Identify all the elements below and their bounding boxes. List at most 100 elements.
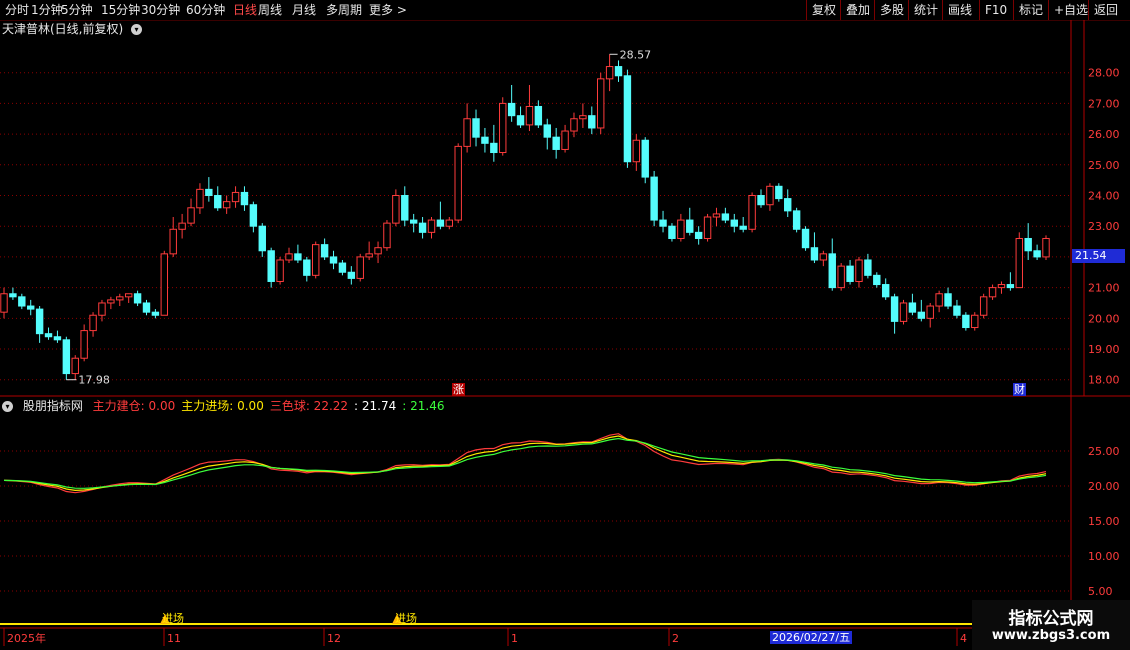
candle-body [730, 219, 738, 227]
candle-body [249, 204, 258, 227]
candle-body [383, 222, 391, 249]
candle-body [579, 115, 587, 120]
indicator-tick: 10.00 [1088, 550, 1120, 563]
candle-body [338, 262, 347, 273]
candle-body [187, 207, 195, 224]
candle-body [294, 253, 302, 261]
candle-body [899, 302, 908, 322]
low-label: 17.98 [78, 374, 110, 387]
indicator-value: 主力进场: 0.00 [181, 399, 264, 413]
candle-body [276, 259, 284, 282]
candle-body [196, 188, 204, 209]
candle-body [881, 284, 890, 298]
candle-body [312, 244, 320, 276]
candle-body [142, 302, 151, 313]
chevron-down-icon[interactable]: ▾ [2, 401, 13, 412]
candle-body [285, 253, 293, 261]
candle-body [650, 176, 658, 221]
marker-zhang[interactable]: 涨 [452, 383, 465, 396]
candle-body [35, 308, 44, 335]
candle-body [908, 302, 917, 313]
candle-body [374, 247, 382, 255]
candle-body [53, 336, 62, 341]
indicator-tick: 5.00 [1088, 585, 1113, 598]
candle-body [71, 357, 79, 375]
candle-body [614, 66, 623, 77]
candle-body [677, 219, 685, 239]
candle-body [401, 195, 409, 221]
candle-body [222, 201, 231, 209]
price-tick: 23.00 [1088, 220, 1120, 233]
candle-body [9, 293, 17, 298]
candle-body [632, 139, 641, 163]
candle-body [801, 228, 810, 249]
candle-body [944, 293, 952, 307]
indicator-tick: 15.00 [1088, 515, 1120, 528]
price-tick: 25.00 [1088, 159, 1120, 172]
candle-body [534, 105, 543, 126]
candle-body [775, 185, 783, 200]
candle-body [258, 225, 266, 252]
candle-body [837, 265, 845, 289]
candle-body [44, 333, 53, 338]
indicator-name: 股朋指标网 [22, 399, 83, 413]
candle-body [27, 305, 35, 310]
candle-body [98, 302, 106, 316]
candle-body [409, 219, 418, 224]
high-label: 28.57 [620, 48, 652, 61]
watermark-url: www.zbgs3.com [991, 628, 1111, 643]
candle-body [979, 296, 988, 316]
candle-body [516, 115, 525, 126]
candle-body [570, 118, 578, 132]
marker-cai[interactable]: 财 [1013, 383, 1026, 396]
price-tick: 18.00 [1088, 374, 1120, 387]
candle-body [151, 311, 160, 316]
cursor-date: 2026/02/27/五 [770, 631, 853, 644]
candle-body [694, 231, 703, 239]
candle-body [133, 293, 142, 304]
candle-body [418, 222, 427, 233]
indicator-line [3, 437, 1047, 489]
indicator-value: 主力建仓: 0.00 [92, 399, 176, 413]
candle-body [463, 118, 471, 147]
candle-body [846, 265, 854, 282]
candle-body [873, 274, 881, 286]
candle-body [365, 253, 373, 258]
indicator-value: : 21.46 [402, 399, 445, 413]
candle-body [605, 66, 614, 80]
candle-body [525, 105, 534, 126]
candle-body [828, 253, 836, 289]
candle-body [623, 75, 632, 163]
price-tick: 28.00 [1088, 67, 1120, 80]
price-tick: 21.00 [1088, 282, 1120, 295]
candle-body [329, 256, 338, 264]
candle-body [214, 195, 222, 209]
candle-body [819, 253, 828, 261]
candle-body [1006, 284, 1015, 289]
kline-chart[interactable]: 28.0027.0026.0025.0024.0023.0022.0021.00… [0, 0, 1130, 650]
candle-body [953, 305, 961, 316]
candle-body [507, 102, 516, 117]
candle-body [1033, 250, 1041, 258]
candle-body [971, 314, 979, 329]
candle-body [490, 142, 498, 154]
candle-body [962, 314, 970, 329]
candle-body [267, 250, 275, 282]
date-label: 1 [511, 632, 518, 645]
candle-body [124, 293, 133, 298]
candle-body [988, 287, 997, 298]
candle-body [855, 259, 863, 282]
candle-body [18, 296, 26, 307]
candle-body [303, 259, 311, 276]
candle-body [1024, 237, 1032, 252]
signal-label: 进场 [395, 612, 417, 625]
watermark: 指标公式网 www.zbgs3.com [972, 600, 1130, 650]
candle-body [703, 216, 712, 239]
candle-body [561, 130, 569, 150]
candle-body [481, 136, 489, 144]
candle-body [169, 228, 177, 255]
candle-body [178, 222, 186, 230]
candle-body [935, 293, 943, 307]
candle-body [766, 185, 774, 206]
candle-body [445, 219, 454, 227]
